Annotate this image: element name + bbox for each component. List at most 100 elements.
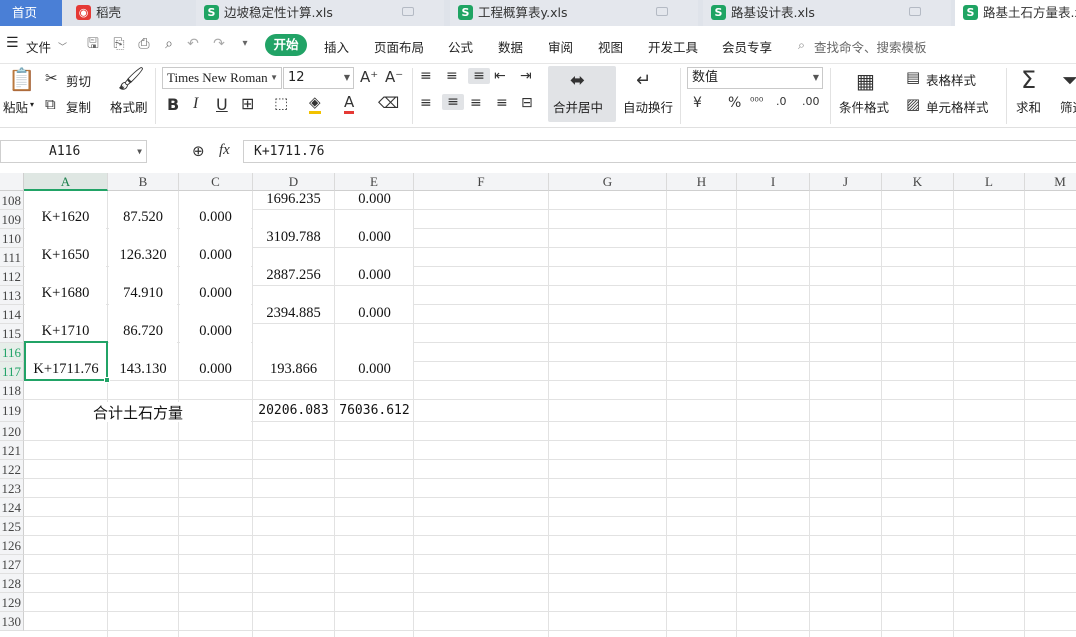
underline-icon[interactable]: U: [216, 95, 228, 114]
border-icon[interactable]: ⊞: [241, 94, 254, 113]
cell-c113[interactable]: 0.000: [180, 285, 251, 305]
row-header-128[interactable]: 128: [0, 574, 24, 593]
row-header-129[interactable]: 129: [0, 593, 24, 612]
cell-e110[interactable]: 0.000: [336, 229, 413, 247]
cell-a115[interactable]: K+1710: [25, 323, 106, 343]
bold-icon[interactable]: B: [167, 95, 179, 114]
command-search[interactable]: 查找命令、搜索模板: [814, 37, 927, 56]
quick-access-dropdown-icon[interactable]: ▾: [236, 35, 254, 53]
hamburger-icon[interactable]: ☰: [6, 35, 19, 51]
align-bottom-icon[interactable]: ≡: [468, 68, 490, 84]
copy-icon[interactable]: ⧉: [45, 95, 56, 113]
table-style-button[interactable]: 表格样式: [926, 70, 976, 89]
cell-b111[interactable]: 126.320: [109, 247, 177, 267]
cell-e112[interactable]: 0.000: [336, 267, 413, 285]
row-header-121[interactable]: 121: [0, 441, 24, 460]
redo-icon[interactable]: ↷: [210, 35, 228, 53]
pin-icon[interactable]: [402, 7, 414, 16]
percent-icon[interactable]: %: [728, 95, 741, 111]
search-icon[interactable]: ⌕: [798, 37, 805, 53]
paste-button[interactable]: 粘贴: [3, 97, 28, 116]
row-header-111[interactable]: 111: [0, 248, 24, 267]
column-header-g[interactable]: G: [549, 173, 667, 191]
cell-c111[interactable]: 0.000: [180, 247, 251, 267]
format-painter-icon[interactable]: 🖌: [117, 67, 145, 92]
cell-d108[interactable]: 1696.235: [254, 191, 333, 209]
formula-input[interactable]: K+1711.76: [243, 140, 1076, 163]
row-header-108[interactable]: 108: [0, 191, 24, 210]
pin-icon[interactable]: [909, 7, 921, 16]
align-right-icon[interactable]: ≡: [470, 95, 482, 111]
column-header-h[interactable]: H: [667, 173, 737, 191]
merge-center-button[interactable]: ⬌ 合并居中: [548, 66, 616, 122]
column-header-c[interactable]: C: [179, 173, 253, 191]
paste-icon[interactable]: 📋: [8, 68, 35, 93]
row-header-114[interactable]: 114: [0, 305, 24, 324]
conditional-format-button[interactable]: 条件格式: [839, 97, 889, 116]
cell-d114[interactable]: 2394.885: [254, 305, 333, 323]
tab-earthwork[interactable]: S 路基土石方量表.x: [955, 0, 1076, 26]
tab-member[interactable]: 会员专享: [722, 37, 772, 56]
column-header-k[interactable]: K: [882, 173, 954, 191]
tab-data[interactable]: 数据: [498, 37, 523, 56]
tab-formulas[interactable]: 公式: [448, 37, 473, 56]
column-header-a[interactable]: A: [24, 173, 108, 191]
thousands-separator-icon[interactable]: ⁰⁰⁰: [750, 95, 763, 108]
sum-icon[interactable]: Σ: [1021, 66, 1036, 94]
cell-c117[interactable]: 0.000: [180, 361, 251, 379]
row-header-130[interactable]: 130: [0, 612, 24, 631]
font-color-icon[interactable]: A: [344, 93, 355, 114]
indent-increase-icon[interactable]: ⇥: [520, 68, 532, 84]
cell-c109[interactable]: 0.000: [180, 209, 251, 229]
tab-estimate[interactable]: S 工程概算表y.xls: [450, 0, 698, 26]
export-pdf-icon[interactable]: ⎘: [110, 35, 128, 53]
cell-style-button[interactable]: 单元格样式: [926, 97, 989, 116]
column-header-e[interactable]: E: [335, 173, 414, 191]
file-menu[interactable]: 文件: [26, 37, 51, 56]
column-header-j[interactable]: J: [810, 173, 882, 191]
tab-insert[interactable]: 插入: [324, 37, 349, 56]
cell-d110[interactable]: 3109.788: [254, 229, 333, 247]
tab-review[interactable]: 审阅: [548, 37, 573, 56]
tab-home[interactable]: 首页: [0, 0, 62, 26]
row-header-113[interactable]: 113: [0, 286, 24, 305]
row-header-110[interactable]: 110: [0, 229, 24, 248]
save-icon[interactable]: 🖫: [84, 35, 102, 53]
decrease-decimal-icon[interactable]: .00: [802, 95, 820, 108]
row-header-127[interactable]: 127: [0, 555, 24, 574]
font-name-select[interactable]: Times New Roman ▼: [162, 67, 282, 89]
spreadsheet-grid[interactable]: ABCDEFGHIJKLM 108 109 110 111 112 113 114 115 11…: [0, 173, 1076, 637]
select-all-corner[interactable]: [0, 173, 24, 191]
cell-a111[interactable]: K+1650: [25, 247, 106, 267]
column-header-i[interactable]: I: [737, 173, 810, 191]
cell-d119[interactable]: 20206.083: [254, 403, 333, 421]
align-top-icon[interactable]: ≡: [420, 68, 432, 84]
row-header-119[interactable]: 119: [0, 400, 24, 422]
print-icon[interactable]: ⎙: [135, 35, 153, 53]
column-header-d[interactable]: D: [253, 173, 335, 191]
cell-style-icon[interactable]: ▨: [906, 95, 920, 113]
justify-icon[interactable]: ≡: [496, 95, 508, 111]
indent-decrease-icon[interactable]: ⇤: [494, 68, 506, 84]
clear-format-icon[interactable]: ⌫: [378, 94, 399, 112]
row-header-117[interactable]: 117: [0, 362, 24, 381]
print-preview-icon[interactable]: ⌕: [160, 35, 178, 53]
zoom-icon[interactable]: ⊕: [192, 142, 205, 160]
cell-b109[interactable]: 87.520: [109, 209, 177, 229]
row-header-125[interactable]: 125: [0, 517, 24, 536]
chevron-down-icon[interactable]: ﹀: [58, 40, 67, 53]
cell-b113[interactable]: 74.910: [109, 285, 177, 305]
highlight-color-icon[interactable]: ◈: [309, 93, 321, 114]
filter-button[interactable]: 筛选: [1060, 97, 1076, 116]
format-painter-button[interactable]: 格式刷: [110, 97, 148, 116]
fx-icon[interactable]: fx: [219, 142, 230, 159]
row-header-124[interactable]: 124: [0, 498, 24, 517]
cell-c115[interactable]: 0.000: [180, 323, 251, 343]
increase-font-icon[interactable]: A⁺: [360, 68, 378, 86]
cell-e117[interactable]: 0.000: [336, 361, 413, 379]
number-format-select[interactable]: 数值 ▼: [687, 67, 823, 89]
italic-icon[interactable]: I: [193, 95, 198, 113]
tab-docer[interactable]: ◉ 稻壳: [68, 0, 192, 26]
decrease-font-icon[interactable]: A⁻: [385, 68, 403, 86]
cell-fill-icon[interactable]: ⬚: [274, 94, 288, 112]
